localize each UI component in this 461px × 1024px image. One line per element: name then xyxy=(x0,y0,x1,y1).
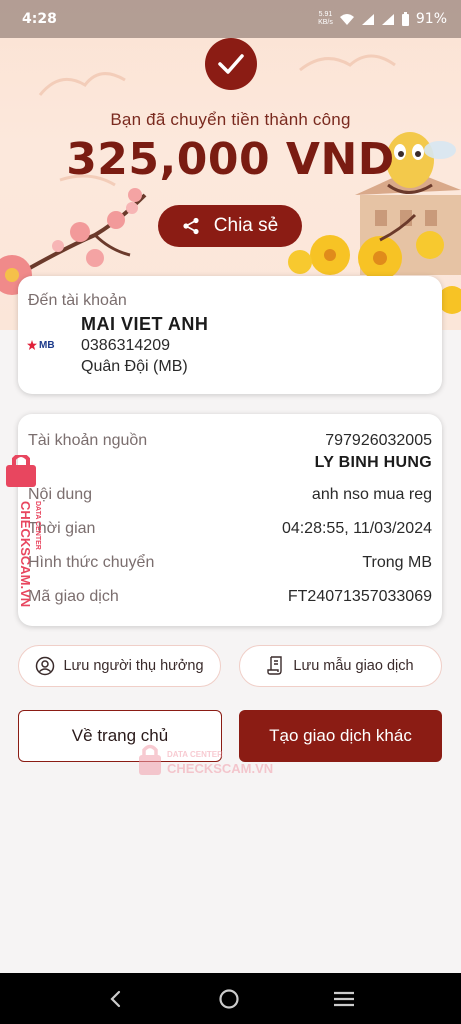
save-beneficiary-label: Lưu người thụ hưởng xyxy=(63,658,204,674)
recipient-bank: Quân Đội (MB) xyxy=(81,358,188,375)
status-bar: 4:28 5.91 KB/s 91% xyxy=(0,0,461,38)
recipient-card: Đến tài khoản MB MAI VIET ANH 0386314209… xyxy=(18,276,442,394)
checkscam-watermark-center: DATA CENTER CHECKSCAM.VN xyxy=(139,744,273,776)
share-icon xyxy=(183,217,199,235)
mb-bank-logo: MB xyxy=(27,338,57,352)
recents-icon[interactable] xyxy=(333,990,355,1008)
checkscam-watermark-vertical: CHECKSCAM.VN DATA CENTER xyxy=(6,455,41,607)
wifi-icon xyxy=(339,13,354,25)
back-icon[interactable] xyxy=(106,989,126,1009)
success-message: Bạn đã chuyển tiền thành công xyxy=(110,110,351,129)
method-value: Trong MB xyxy=(362,554,432,571)
share-button[interactable]: Chia sẻ xyxy=(158,205,302,247)
user-circle-icon xyxy=(36,656,55,676)
status-time: 4:28 xyxy=(22,11,57,27)
battery-icon xyxy=(401,11,409,26)
watermark-vertical-text: CHECKSCAM.VN xyxy=(18,501,33,607)
system-nav-bar xyxy=(0,973,461,1024)
signal-icon xyxy=(361,13,374,25)
transaction-details-card: Tài khoản nguồn 797926032005 LY BINH HUN… xyxy=(18,414,442,626)
home-circle-icon[interactable] xyxy=(218,988,240,1010)
watermark-center-text: CHECKSCAM.VN xyxy=(167,761,273,776)
source-name: LY BINH HUNG xyxy=(314,454,432,471)
save-template-label: Lưu mẫu giao dịch xyxy=(293,658,414,674)
save-template-button[interactable]: Lưu mẫu giao dịch xyxy=(239,645,442,687)
source-account: 797926032005 xyxy=(325,432,432,449)
signal-icon-2 xyxy=(381,13,394,25)
detail-row-content: Nội dung anh nso mua reg xyxy=(28,486,432,504)
detail-row-time: Thời gian 04:28:55, 11/03/2024 xyxy=(28,520,432,538)
share-label: Chia sẻ xyxy=(213,215,279,236)
detail-row-source: Tài khoản nguồn 797926032005 xyxy=(28,432,432,450)
content-value: anh nso mua reg xyxy=(311,486,432,503)
battery-percent: 91% xyxy=(415,11,447,27)
time-value: 04:28:55, 11/03/2024 xyxy=(281,520,432,537)
watermark-center-sub: DATA CENTER xyxy=(167,750,223,759)
transfer-amount: 325,000 VND xyxy=(66,134,395,185)
save-beneficiary-button[interactable]: Lưu người thụ hưởng xyxy=(18,645,221,687)
bank-logo-text: MB xyxy=(39,339,55,351)
net-speed: 5.91 KB/s xyxy=(318,11,333,26)
watermark-vertical-sub: DATA CENTER xyxy=(34,501,41,550)
recipient-name: MAI VIET ANH xyxy=(81,314,209,334)
recipient-account: 0386314209 xyxy=(81,337,170,354)
detail-row-method: Hình thức chuyển Trong MB xyxy=(28,554,432,572)
recipient-label: Đến tài khoản xyxy=(28,292,127,309)
txn-value: FT24071357033069 xyxy=(287,588,432,605)
document-icon xyxy=(267,656,283,675)
detail-row-txn: Mã giao dịch FT24071357033069 xyxy=(28,588,432,606)
source-label: Tài khoản nguồn xyxy=(28,432,148,449)
success-check-icon xyxy=(205,38,257,90)
